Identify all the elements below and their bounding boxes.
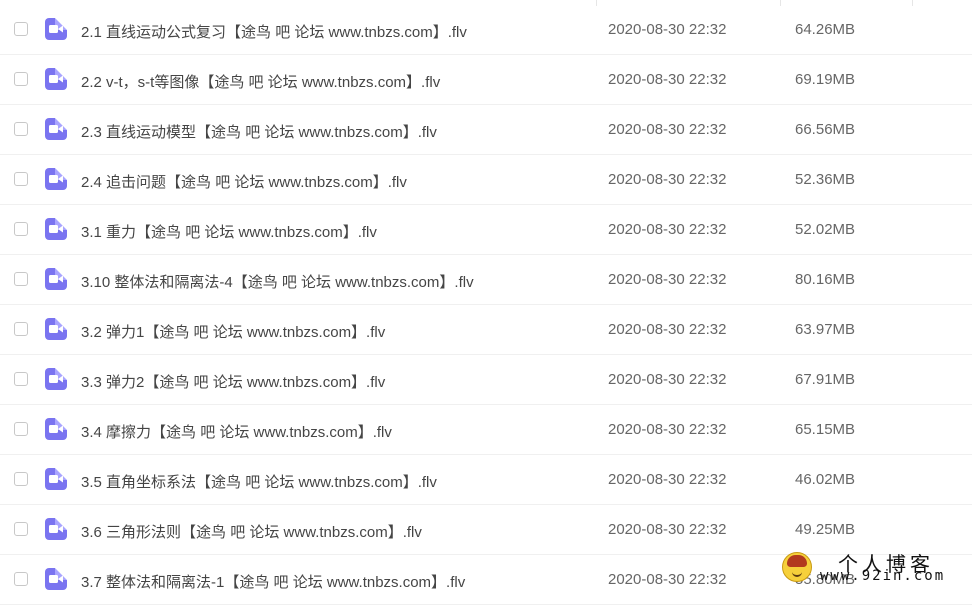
file-size: 64.26MB bbox=[795, 21, 856, 38]
file-checkbox[interactable] bbox=[14, 222, 28, 236]
file-size: 52.36MB bbox=[795, 171, 856, 188]
file-modified-date: 2020-08-30 22:32 bbox=[608, 21, 727, 38]
video-file-icon bbox=[45, 18, 67, 40]
file-name[interactable]: 2.1 直线运动公式复习【途鸟 吧 论坛 www.tnbzs.com】.flv bbox=[81, 21, 467, 42]
file-checkbox[interactable] bbox=[14, 522, 28, 536]
file-row[interactable]: 3.3 弹力2【途鸟 吧 论坛 www.tnbzs.com】.flv 2020-0… bbox=[0, 355, 972, 405]
file-modified-date: 2020-08-30 22:32 bbox=[608, 221, 727, 238]
file-name[interactable]: 3.1 重力【途鸟 吧 论坛 www.tnbzs.com】.flv bbox=[81, 221, 377, 242]
file-modified-date: 2020-08-30 22:32 bbox=[608, 371, 727, 388]
file-modified-date: 2020-08-30 22:32 bbox=[608, 71, 727, 88]
file-modified-date: 2020-08-30 22:32 bbox=[608, 171, 727, 188]
file-size: 67.91MB bbox=[795, 371, 856, 388]
file-modified-date: 2020-08-30 22:32 bbox=[608, 321, 727, 338]
file-row[interactable]: 3.1 重力【途鸟 吧 论坛 www.tnbzs.com】.flv 2020-08… bbox=[0, 205, 972, 255]
file-row[interactable]: 3.4 摩擦力【途鸟 吧 论坛 www.tnbzs.com】.flv 2020-0… bbox=[0, 405, 972, 455]
mascot-icon bbox=[782, 552, 812, 582]
video-file-icon bbox=[45, 568, 67, 590]
video-file-icon bbox=[45, 68, 67, 90]
file-checkbox[interactable] bbox=[14, 122, 28, 136]
video-file-icon bbox=[45, 418, 67, 440]
file-checkbox[interactable] bbox=[14, 472, 28, 486]
file-size: 52.02MB bbox=[795, 221, 856, 238]
file-checkbox[interactable] bbox=[14, 272, 28, 286]
file-row[interactable]: 2.3 直线运动模型【途鸟 吧 论坛 www.tnbzs.com】.flv 202… bbox=[0, 105, 972, 155]
file-size: 69.19MB bbox=[795, 71, 856, 88]
file-size: 65.15MB bbox=[795, 421, 856, 438]
file-name[interactable]: 3.6 三角形法则【途鸟 吧 论坛 www.tnbzs.com】.flv bbox=[81, 521, 422, 542]
file-row[interactable]: 3.10 整体法和隔离法-4【途鸟 吧 论坛 www.tnbzs.com】.fl… bbox=[0, 255, 972, 305]
file-name[interactable]: 3.3 弹力2【途鸟 吧 论坛 www.tnbzs.com】.flv bbox=[81, 371, 385, 392]
file-row[interactable]: 3.5 直角坐标系法【途鸟 吧 论坛 www.tnbzs.com】.flv 202… bbox=[0, 455, 972, 505]
file-checkbox[interactable] bbox=[14, 72, 28, 86]
file-modified-date: 2020-08-30 22:32 bbox=[608, 471, 727, 488]
file-name[interactable]: 3.2 弹力1【途鸟 吧 论坛 www.tnbzs.com】.flv bbox=[81, 321, 385, 342]
file-checkbox[interactable] bbox=[14, 172, 28, 186]
watermark: 个人博客 www.92in.com bbox=[782, 548, 972, 588]
file-name[interactable]: 2.3 直线运动模型【途鸟 吧 论坛 www.tnbzs.com】.flv bbox=[81, 121, 437, 142]
video-file-icon bbox=[45, 368, 67, 390]
file-modified-date: 2020-08-30 22:32 bbox=[608, 571, 727, 588]
video-file-icon bbox=[45, 468, 67, 490]
video-file-icon bbox=[45, 518, 67, 540]
file-row[interactable]: 2.1 直线运动公式复习【途鸟 吧 论坛 www.tnbzs.com】.flv 2… bbox=[0, 5, 972, 55]
file-size: 49.25MB bbox=[795, 521, 856, 538]
file-size: 63.97MB bbox=[795, 321, 856, 338]
video-file-icon bbox=[45, 118, 67, 140]
video-file-icon bbox=[45, 318, 67, 340]
file-name[interactable]: 3.4 摩擦力【途鸟 吧 论坛 www.tnbzs.com】.flv bbox=[81, 421, 392, 442]
file-checkbox[interactable] bbox=[14, 22, 28, 36]
video-file-icon bbox=[45, 168, 67, 190]
file-row[interactable]: 2.4 追击问题【途鸟 吧 论坛 www.tnbzs.com】.flv 2020-… bbox=[0, 155, 972, 205]
file-row[interactable]: 2.2 v-t，s-t等图像【途鸟 吧 论坛 www.tnbzs.com】.fl… bbox=[0, 55, 972, 105]
file-row[interactable]: 3.2 弹力1【途鸟 吧 论坛 www.tnbzs.com】.flv 2020-0… bbox=[0, 305, 972, 355]
file-checkbox[interactable] bbox=[14, 322, 28, 336]
file-modified-date: 2020-08-30 22:32 bbox=[608, 521, 727, 538]
file-checkbox[interactable] bbox=[14, 422, 28, 436]
file-name[interactable]: 3.10 整体法和隔离法-4【途鸟 吧 论坛 www.tnbzs.com】.fl… bbox=[81, 271, 474, 292]
file-size: 80.16MB bbox=[795, 271, 856, 288]
watermark-url: www.92in.com bbox=[820, 568, 946, 584]
file-size: 66.56MB bbox=[795, 121, 856, 138]
file-list: 2.1 直线运动公式复习【途鸟 吧 论坛 www.tnbzs.com】.flv 2… bbox=[0, 5, 972, 605]
file-checkbox[interactable] bbox=[14, 372, 28, 386]
file-modified-date: 2020-08-30 22:32 bbox=[608, 421, 727, 438]
file-size: 46.02MB bbox=[795, 471, 856, 488]
file-name[interactable]: 2.4 追击问题【途鸟 吧 论坛 www.tnbzs.com】.flv bbox=[81, 171, 407, 192]
file-modified-date: 2020-08-30 22:32 bbox=[608, 121, 727, 138]
file-name[interactable]: 2.2 v-t，s-t等图像【途鸟 吧 论坛 www.tnbzs.com】.fl… bbox=[81, 71, 440, 92]
file-name[interactable]: 3.7 整体法和隔离法-1【途鸟 吧 论坛 www.tnbzs.com】.flv bbox=[81, 571, 465, 592]
video-file-icon bbox=[45, 218, 67, 240]
file-checkbox[interactable] bbox=[14, 572, 28, 586]
file-name[interactable]: 3.5 直角坐标系法【途鸟 吧 论坛 www.tnbzs.com】.flv bbox=[81, 471, 437, 492]
file-modified-date: 2020-08-30 22:32 bbox=[608, 271, 727, 288]
video-file-icon bbox=[45, 268, 67, 290]
